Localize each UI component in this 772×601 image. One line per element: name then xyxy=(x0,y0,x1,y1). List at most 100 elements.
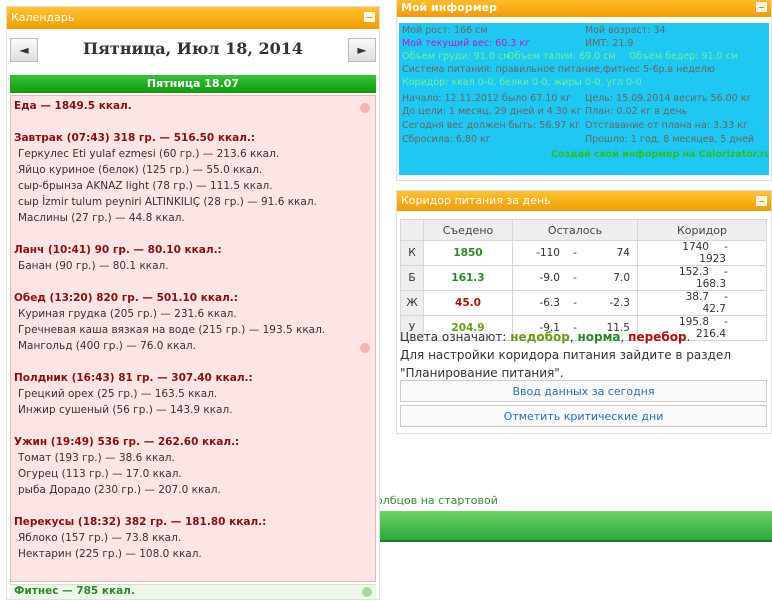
fitness-icon[interactable] xyxy=(362,587,372,597)
food-item[interactable]: Яблоко (157 гр.) — 73.8 ккал. xyxy=(18,532,181,544)
informer-line: Мой текущий вес: 60.3 кг xyxy=(402,38,531,49)
calendar-nav: ◄ Пятница, Июл 18, 2014 ► xyxy=(7,29,379,75)
informer-line: Коридор: ккал 0-0, белки 0-0, жиры 0-0, … xyxy=(402,77,642,88)
left-max: -2.3 xyxy=(609,297,631,309)
fitness-bar: Фитнес — 785 ккал. xyxy=(10,584,376,599)
food-item[interactable]: Огурец (113 гр.) — 17.0 ккал. xyxy=(18,468,182,480)
corridor-max: 42.7 xyxy=(702,303,726,315)
background-settings-link[interactable]: олбцов на стартовой xyxy=(376,494,498,507)
informer-line: Начало: 12.11.2012 было 67.10 кг xyxy=(402,93,572,104)
informer-title: Мой информер xyxy=(401,1,498,14)
food-item[interactable]: Инжир сушеный (56 гр.) — 143.9 ккал. xyxy=(18,404,233,416)
dash: - xyxy=(573,247,577,259)
corridor-min: 195.8 xyxy=(678,316,709,328)
legend-under: недобор xyxy=(510,330,570,344)
corridor-title: Коридор питания за день xyxy=(401,194,551,207)
left-min: -110 xyxy=(536,247,560,259)
background-green-band xyxy=(378,511,772,540)
meal-heading: Ланч (10:41) 90 гр. — 80.10 ккал.: xyxy=(14,244,222,256)
food-item[interactable]: Томат (193 гр.) — 38.6 ккал. xyxy=(18,452,175,464)
food-item[interactable]: сыр İzmir tulum peyniri ALTINKILIÇ (28 г… xyxy=(18,196,317,208)
eaten-cell: 1850 xyxy=(423,240,513,266)
informer-header: Мой информер xyxy=(397,0,771,17)
dash: - xyxy=(724,291,728,303)
eaten-value: 1850 xyxy=(453,247,483,259)
corridor-max: 168.3 xyxy=(695,278,726,290)
fitness-text: Фитнес — 785 ккал. xyxy=(14,585,135,597)
informer-body: Мой рост: 166 см Мой возраст: 34 Мой текущ… xyxy=(399,23,769,175)
left-cell: -9.0- 7.0 xyxy=(512,265,638,291)
row-label: Б xyxy=(400,265,424,291)
dash: - xyxy=(573,272,577,284)
minimize-icon[interactable] xyxy=(364,12,375,22)
corridor-row: К 1850 -110-74 1740 -1923 xyxy=(400,240,767,266)
col-header-corridor: Коридор xyxy=(637,219,767,241)
informer-line: Объем груди: 91.0 см xyxy=(402,51,511,62)
corridor-cell: 1740 -1923 xyxy=(637,240,767,266)
meal-heading: Еда — 1849.5 ккал. xyxy=(14,100,132,112)
informer-brand-link[interactable]: Создай свой информер на Calorizator.ru xyxy=(551,149,769,160)
row-label: Ж xyxy=(400,290,424,316)
corridor-table: Съедено Осталось Коридор К 1850 -110 - 74 174… xyxy=(400,219,767,341)
food-item[interactable]: рыба Дорадо (230 гр.) — 207.0 ккал. xyxy=(18,484,221,496)
food-item[interactable]: сыр-брынза AKNAZ light (78 гр.) — 111.5 … xyxy=(18,180,273,192)
color-legend: Цвета означают: недобор, норма, перебор.… xyxy=(400,330,731,380)
dash: - xyxy=(573,297,577,309)
apple-icon[interactable] xyxy=(360,343,370,353)
informer-line: Сегодня вес должен быть: 56.97 кг xyxy=(402,120,581,131)
calendar-panel: Календарь ◄ Пятница, Июл 18, 2014 ► Пятн… xyxy=(6,6,380,600)
col-header-eaten: Съедено xyxy=(423,219,513,241)
day-bar[interactable]: Пятница 18.07 xyxy=(10,75,376,93)
apple-icon[interactable] xyxy=(360,103,370,113)
dash: - xyxy=(724,266,728,278)
food-item[interactable]: Грецкий орех (25 гр.) — 163.5 ккал. xyxy=(18,388,217,400)
corridor-row: Б 161.3 -9.0-7.0 152.3 -168.3 xyxy=(400,265,767,291)
eaten-cell: 161.3 xyxy=(423,265,513,291)
food-item[interactable]: Банан (90 гр.) — 80.1 ккал. xyxy=(18,260,169,272)
minimize-icon[interactable] xyxy=(756,196,767,206)
next-day-button[interactable]: ► xyxy=(348,38,376,62)
minimize-icon[interactable] xyxy=(756,2,767,12)
corridor-min: 38.7 xyxy=(685,291,709,303)
corridor-panel: Коридор питания за день Съедено Осталось… xyxy=(396,190,772,434)
food-item[interactable]: Куриная грудка (205 гр.) — 231.6 ккал. xyxy=(18,308,237,320)
informer-line: Мой возраст: 34 xyxy=(585,25,666,36)
calendar-date-title: Пятница, Июл 18, 2014 xyxy=(82,39,304,58)
eaten-value: 45.0 xyxy=(455,297,481,309)
row-label: К xyxy=(400,240,424,266)
informer-panel: Мой информер Мой рост: 166 см Мой возраст… xyxy=(396,0,772,181)
left-min: -9.0 xyxy=(539,272,561,284)
informer-line: Отставание от плана на: 3.33 кг xyxy=(585,120,748,131)
food-item[interactable]: Мангольд (400 гр.) — 76.0 ккал. xyxy=(18,340,196,352)
eaten-cell: 45.0 xyxy=(423,290,513,316)
food-item[interactable]: Нектарин (225 гр.) — 108.0 ккал. xyxy=(18,548,202,560)
mark-critical-days-button[interactable]: Отметить критические дни xyxy=(400,405,767,427)
left-min: -6.3 xyxy=(539,297,561,309)
left-cell: -6.3- -2.3 xyxy=(512,290,638,316)
day-food-list: Еда — 1849.5 ккал. Завтрак (07:43) 318 гр… xyxy=(10,95,376,582)
enter-today-button[interactable]: Ввод данных за сегодня xyxy=(400,380,767,402)
prev-day-button[interactable]: ◄ xyxy=(10,38,38,62)
informer-line: Система питания: правильное питание,фитн… xyxy=(402,64,715,75)
informer-line: Объем бедер: 91.0 см xyxy=(629,51,739,62)
eaten-value: 161.3 xyxy=(451,272,485,284)
meal-heading: Полдник (16:43) 81 гр. — 307.40 ккал.: xyxy=(14,372,253,384)
food-item[interactable]: Геркулес Eti yulaf ezmesi (60 гр.) — 213… xyxy=(18,148,279,160)
meal-heading: Завтрак (07:43) 318 гр. — 516.50 ккал.: xyxy=(14,132,256,144)
corridor-max: 1923 xyxy=(699,253,726,265)
food-item[interactable]: Маслины (27 гр.) — 44.8 ккал. xyxy=(18,212,185,224)
corridor-row: Ж 45.0 -6.3- -2.3 38.7 -42.7 xyxy=(400,290,767,316)
legend-over: перебор xyxy=(628,330,687,344)
corridor-min: 152.3 xyxy=(678,266,709,278)
food-item[interactable]: Яйцо куриное (белок) (125 гр.) — 55.0 кк… xyxy=(18,164,262,176)
meal-heading: Перекусы (18:32) 382 гр. — 181.80 ккал.: xyxy=(14,516,267,528)
background-green-line xyxy=(378,540,772,542)
left-max: 7.0 xyxy=(613,272,630,284)
legend-norm: норма xyxy=(577,330,621,344)
food-item[interactable]: Гречневая каша вязкая на воде (215 гр.) … xyxy=(18,324,325,336)
informer-line: План: 0.02 кг в день xyxy=(585,106,688,117)
corridor-cell: 38.7 -42.7 xyxy=(637,290,767,316)
calendar-header-title: Календарь xyxy=(11,11,75,24)
informer-line: Цель: 15.09.2014 весить 56.00 кг xyxy=(585,93,752,104)
informer-line: Прошло: 1 год, 8 месяцев, 5 дней xyxy=(585,134,755,145)
